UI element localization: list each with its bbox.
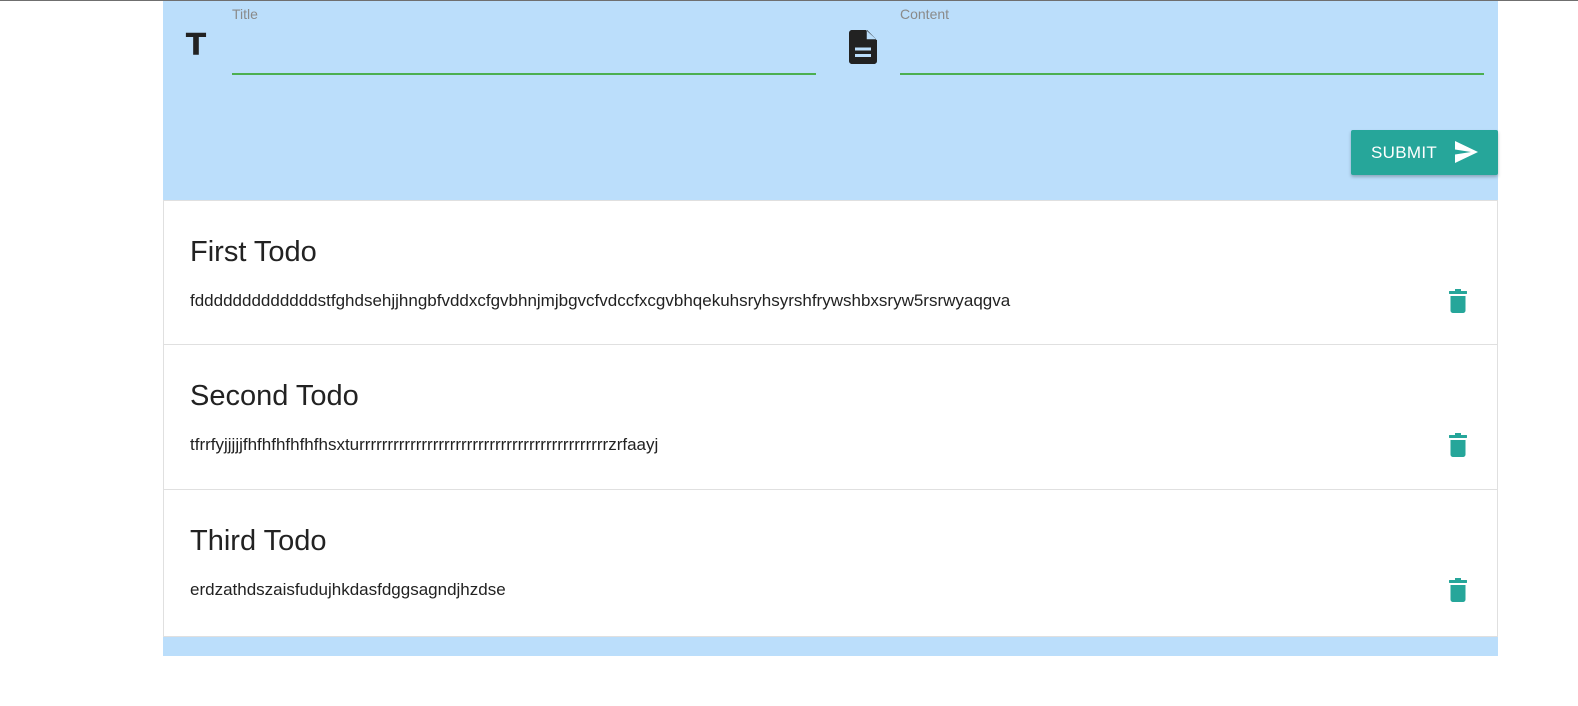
title-field: Title xyxy=(232,5,816,79)
delete-todo-button[interactable] xyxy=(1445,576,1471,604)
title-icon: T xyxy=(185,28,207,63)
content-field-label: Content xyxy=(900,6,950,22)
todo-item: Third Todo erdzathdszaisfudujhkdasfdggsa… xyxy=(163,490,1498,637)
todo-app: T Title Content SUBMIT First Todo fddddd… xyxy=(163,1,1498,656)
add-todo-form: T Title Content SUBMIT xyxy=(163,1,1498,200)
description-icon xyxy=(847,29,879,65)
title-input[interactable] xyxy=(232,31,816,75)
delete-icon xyxy=(1449,578,1467,602)
submit-button[interactable]: SUBMIT xyxy=(1351,130,1498,175)
todo-content: tfrrfyjjjjjfhfhfhfhfhfhsxturrrrrrrrrrrrr… xyxy=(190,435,659,454)
delete-todo-button[interactable] xyxy=(1445,431,1471,459)
content-input[interactable] xyxy=(900,31,1484,75)
todo-content: fdddddddddddddstfghdsehjjhngbfvddxcfgvbh… xyxy=(190,291,1011,310)
todo-title: Third Todo xyxy=(190,525,327,557)
title-field-label: Title xyxy=(232,6,258,22)
todo-list: First Todo fdddddddddddddstfghdsehjjhngb… xyxy=(163,200,1498,637)
todo-item: Second Todo tfrrfyjjjjjfhfhfhfhfhfhsxtur… xyxy=(163,345,1498,490)
delete-todo-button[interactable] xyxy=(1445,287,1471,315)
todo-title: Second Todo xyxy=(190,380,359,412)
submit-button-label: SUBMIT xyxy=(1371,143,1438,162)
todo-title: First Todo xyxy=(190,236,317,268)
todo-item: First Todo fdddddddddddddstfghdsehjjhngb… xyxy=(163,200,1498,345)
send-icon xyxy=(1455,141,1478,163)
todo-content: erdzathdszaisfudujhkdasfdggsagndjhzdse xyxy=(190,580,506,599)
content-field: Content xyxy=(900,5,1484,79)
delete-icon xyxy=(1449,289,1467,313)
delete-icon xyxy=(1449,433,1467,457)
